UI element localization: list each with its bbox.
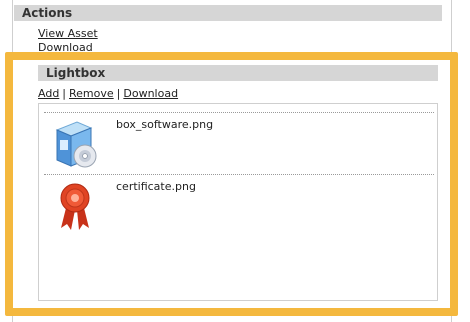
divider <box>44 112 434 113</box>
certificate-ribbon-icon <box>60 183 90 230</box>
file-name: box_software.png <box>116 118 214 131</box>
remove-link[interactable]: Remove <box>69 87 114 100</box>
actions-header: Actions <box>14 5 442 21</box>
divider <box>44 174 434 175</box>
lightbox-actions: Add | Remove | Download <box>38 87 178 100</box>
software-box-icon <box>55 121 97 168</box>
separator: | <box>116 87 121 100</box>
view-asset-link[interactable]: View Asset <box>38 27 98 40</box>
separator: | <box>62 87 67 100</box>
lightbox-list: box_software.png certificate.png <box>38 103 438 301</box>
file-name: certificate.png <box>116 180 196 193</box>
lightbox-header: Lightbox <box>38 65 438 81</box>
list-item[interactable]: certificate.png <box>39 176 439 236</box>
lightbox-download-link[interactable]: Download <box>123 87 178 100</box>
list-item[interactable]: box_software.png <box>39 114 439 174</box>
add-link[interactable]: Add <box>38 87 59 100</box>
